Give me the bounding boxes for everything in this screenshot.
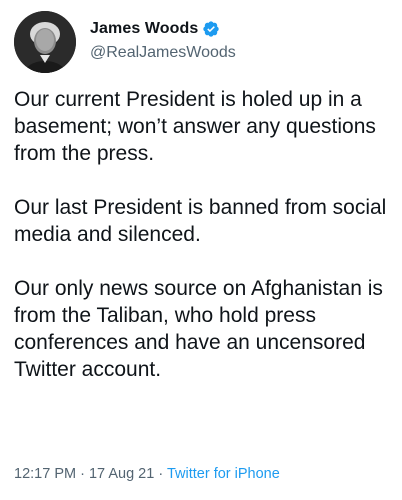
author-names: James Woods @RealJamesWoods: [90, 17, 236, 62]
avatar[interactable]: [14, 11, 76, 73]
verified-badge-icon: [202, 20, 220, 38]
tweet-card: James Woods @RealJamesWoods Our current …: [0, 0, 402, 500]
tweet-header: James Woods @RealJamesWoods: [14, 11, 236, 73]
tweet-source-link[interactable]: Twitter for iPhone: [167, 466, 280, 482]
tweet-date[interactable]: 17 Aug 21: [89, 466, 154, 482]
tweet-paragraph-1: Our current President is holed up in a b…: [14, 88, 376, 165]
author-handle[interactable]: @RealJamesWoods: [90, 44, 236, 62]
tweet-meta: 12:17 PM · 17 Aug 21 · Twitter for iPhon…: [14, 466, 280, 482]
tweet-paragraph-2: Our last President is banned from social…: [14, 196, 387, 246]
tweet-body: Our current President is holed up in a b…: [14, 86, 394, 383]
meta-separator: ·: [158, 466, 164, 482]
display-name[interactable]: James Woods: [90, 20, 198, 38]
meta-separator: ·: [80, 466, 85, 482]
name-row: James Woods: [90, 17, 236, 41]
tweet-time[interactable]: 12:17 PM: [14, 466, 76, 482]
tweet-paragraph-3: Our only news source on Afghanistan is f…: [14, 277, 383, 381]
avatar-portrait-icon: [14, 11, 76, 73]
